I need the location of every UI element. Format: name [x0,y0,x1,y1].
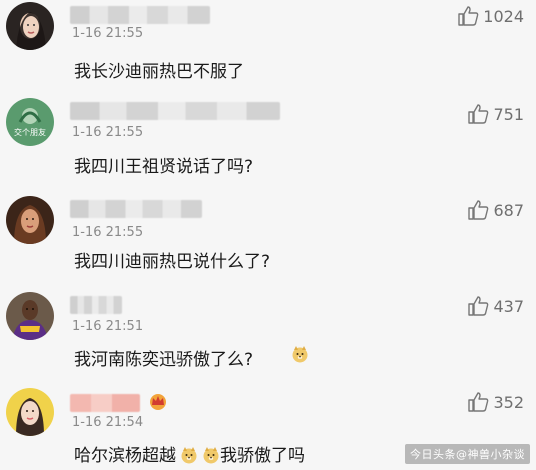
username-blurred[interactable] [70,394,140,412]
comment-text-part: 哈尔滨杨超越 [74,446,176,466]
green-badge-avatar-icon [6,98,54,146]
comment-text: 我四川迪丽热巴说什么了? [74,252,271,272]
username-blurred[interactable] [70,6,210,24]
doge-emoji-icon [202,446,220,464]
comment-time: 1-16 21:51 [72,319,144,334]
thumbs-up-icon [457,6,479,26]
avatar[interactable] [6,196,54,244]
comment-time: 1-16 21:55 [72,225,144,240]
thumbs-up-icon [467,200,489,220]
avatar[interactable] [6,292,54,340]
doge-emoji-icon [180,446,198,464]
username-blurred[interactable] [70,102,280,120]
like-count: 1024 [483,6,524,26]
comment-text-part: 我骄傲了吗 [220,446,305,466]
username-blurred[interactable] [70,200,202,218]
like-button[interactable]: 352 [467,392,524,412]
basketball-player-avatar-icon [6,292,54,340]
comment-time: 1-16 21:55 [72,125,144,140]
woman-dark-hair-avatar-icon [6,2,54,50]
comment-text: 哈尔滨杨超越 我骄傲了吗 [74,441,305,466]
avatar[interactable]: 交个朋友 [6,98,54,146]
comment-text: 我河南陈奕迅骄傲了么? [74,350,254,370]
avatar[interactable] [6,388,54,436]
like-button[interactable]: 437 [467,296,524,316]
like-count: 352 [493,392,524,412]
thumbs-up-icon [467,296,489,316]
comment-time: 1-16 21:55 [72,26,144,41]
like-button[interactable]: 751 [467,104,524,124]
comment-time: 1-16 21:54 [72,415,144,430]
avatar[interactable] [6,2,54,50]
comment-text: 我四川王祖贤说话了吗? [74,157,254,177]
watermark: 今日头条@神兽小杂谈 [405,444,530,464]
thumbs-up-icon [467,104,489,124]
like-button[interactable]: 1024 [457,6,524,26]
like-count: 751 [493,104,524,124]
avatar-label: 交个朋友 [14,128,46,137]
like-button[interactable]: 687 [467,200,524,220]
thumbs-up-icon [467,392,489,412]
like-count: 687 [493,200,524,220]
girl-yellow-avatar-icon [6,388,54,436]
comment-text: 我长沙迪丽热巴不服了 [74,62,244,82]
crown-badge-icon [148,392,168,414]
like-count: 437 [493,296,524,316]
doge-emoji-icon [291,345,309,363]
username-blurred[interactable] [70,296,122,314]
woman-brown-hair-avatar-icon [6,196,54,244]
